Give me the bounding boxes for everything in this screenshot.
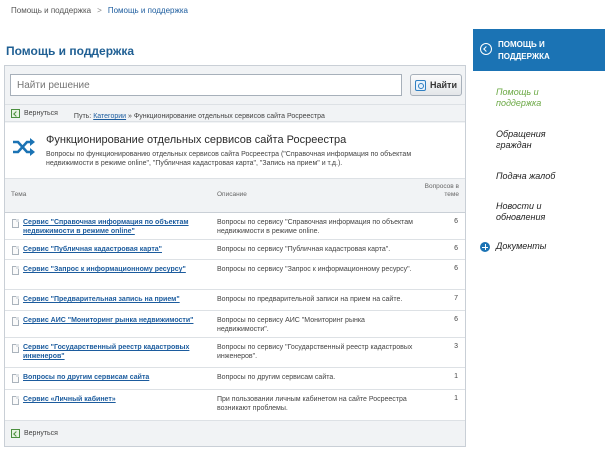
sidebar: ПОМОЩЬ И ПОДДЕРЖКА Помощь и поддержка Об… [473, 29, 605, 269]
topic-link[interactable]: Сервис "Запрос к информационному ресурсу… [23, 265, 211, 274]
table-row: Сервис "Государственный реестр кадастров… [5, 338, 465, 368]
topic-link[interactable]: Сервис "Публичная кадастровая карта" [23, 245, 211, 254]
topic-link[interactable]: Сервис "Справочная информация по объекта… [23, 218, 211, 236]
breadcrumb-separator: > [97, 6, 102, 15]
chevron-left-circle-icon [480, 43, 492, 55]
document-icon [12, 219, 19, 228]
topic-count: 6 [454, 218, 458, 225]
section-description: Вопросы по функционированию отдельных се… [46, 151, 412, 167]
sidebar-header-label: ПОМОЩЬ И ПОДДЕРЖКА [498, 40, 550, 61]
breadcrumb-home[interactable]: Помощь и поддержка [11, 6, 91, 15]
path-prefix: Путь: [73, 113, 92, 120]
table-row: Вопросы по другим сервисам сайта Вопросы… [5, 368, 465, 390]
topic-count: 1 [454, 373, 458, 380]
table-row: Сервис "Справочная информация по объекта… [5, 213, 465, 240]
search-bar: Найти [10, 74, 462, 96]
footer: Вернуться [5, 422, 465, 446]
path-current: Функционирование отдельных сервисов сайт… [133, 113, 325, 120]
sidebar-item-documents[interactable]: Документы [496, 241, 596, 252]
back-label: Вернуться [24, 430, 58, 437]
breadcrumb-current[interactable]: Помощь и поддержка [108, 6, 188, 15]
path-arrow: » [128, 113, 132, 120]
topic-link[interactable]: Вопросы по другим сервисам сайта [23, 373, 211, 382]
document-icon [12, 374, 19, 383]
back-arrow-icon [11, 429, 20, 438]
topic-count: 6 [454, 245, 458, 252]
topic-count: 1 [454, 395, 458, 402]
document-icon [12, 344, 19, 353]
table-row: Сервис «Личный кабинет» При пользовании … [5, 390, 465, 421]
search-button-label: Найти [430, 80, 457, 90]
toolbar: Вернуться Путь: Категории » Функциониров… [5, 104, 465, 122]
topic-description: При пользовании личным кабинетом на сайт… [217, 396, 407, 412]
document-icon [12, 317, 19, 326]
path: Путь: Категории » Функционирование отдел… [74, 113, 325, 120]
topic-link[interactable]: Сервис АИС "Мониторинг рынка недвижимост… [23, 316, 211, 325]
shuffle-icon [13, 138, 35, 156]
document-icon [12, 246, 19, 255]
topic-description: Вопросы по сервису "Публичная кадастрова… [217, 246, 391, 253]
path-link-categories[interactable]: Категории [93, 113, 126, 120]
sidebar-item-appeals[interactable]: Обращения граждан [496, 129, 576, 151]
column-header-topic: Тема [11, 191, 27, 198]
column-header-description: Описание [217, 191, 247, 198]
table-row: Сервис "Запрос к информационному ресурсу… [5, 260, 465, 290]
column-header-count: Вопросов в теме [424, 183, 459, 198]
plus-circle-icon[interactable] [480, 242, 490, 252]
table-row: Сервис "Публичная кадастровая карта" Воп… [5, 240, 465, 260]
sidebar-header[interactable]: ПОМОЩЬ И ПОДДЕРЖКА [473, 29, 605, 71]
topic-count: 6 [454, 316, 458, 323]
section-title: Функционирование отдельных сервисов сайт… [46, 134, 347, 146]
topic-count: 3 [454, 343, 458, 350]
back-label: Вернуться [24, 110, 58, 117]
table-header: Тема Описание Вопросов в теме [5, 179, 465, 213]
breadcrumb: Помощь и поддержка > Помощь и поддержка [11, 6, 188, 15]
back-button-bottom[interactable]: Вернуться [11, 429, 58, 438]
sidebar-item-help[interactable]: Помощь и поддержка [496, 87, 576, 109]
document-icon [12, 296, 19, 305]
topic-description: Вопросы по другим сервисам сайта. [217, 374, 336, 381]
topic-link[interactable]: Сервис "Предварительная запись на прием" [23, 295, 211, 304]
topic-link[interactable]: Сервис "Государственный реестр кадастров… [23, 343, 211, 361]
search-button[interactable]: Найти [410, 74, 462, 96]
topic-description: Вопросы по сервису АИС "Мониторинг рынка… [217, 317, 365, 333]
table-body: Сервис "Справочная информация по объекта… [5, 213, 465, 421]
topic-description: Вопросы по сервису "Государственный реес… [217, 344, 413, 360]
table-row: Сервис АИС "Мониторинг рынка недвижимост… [5, 311, 465, 338]
document-icon [12, 396, 19, 405]
topic-count: 6 [454, 265, 458, 272]
search-input[interactable] [10, 74, 402, 96]
main-content: Найти Вернуться Путь: Категории » Функци… [4, 65, 466, 447]
back-arrow-icon [11, 109, 20, 118]
topic-description: Вопросы по сервису "Справочная информаци… [217, 219, 413, 235]
document-icon [12, 266, 19, 275]
back-button[interactable]: Вернуться [11, 109, 58, 118]
page-title: Помощь и поддержка [6, 44, 135, 58]
sidebar-item-complaints[interactable]: Подача жалоб [496, 171, 596, 182]
topic-description: Вопросы по сервису "Запрос к информацион… [217, 266, 412, 273]
section-header: Функционирование отдельных сервисов сайт… [5, 123, 465, 179]
search-icon [415, 79, 426, 91]
topic-count: 7 [454, 295, 458, 302]
sidebar-item-news[interactable]: Новости и обновления [496, 201, 576, 223]
table-row: Сервис "Предварительная запись на прием"… [5, 290, 465, 311]
topic-description: Вопросы по предварительной записи на при… [217, 296, 403, 303]
topic-link[interactable]: Сервис «Личный кабинет» [23, 395, 211, 404]
